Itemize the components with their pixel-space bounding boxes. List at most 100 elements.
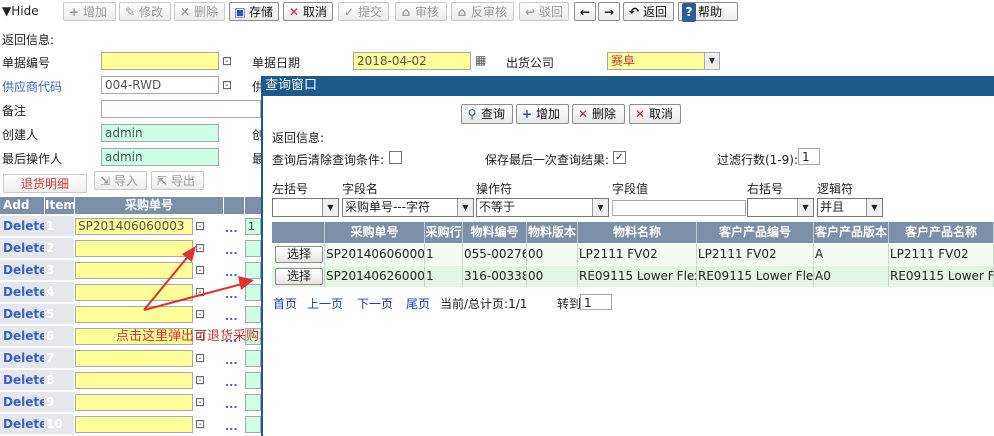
calendar-icon[interactable]: ▦ (475, 53, 489, 67)
doc-no-label: 单据编号 (2, 56, 51, 70)
approve-button[interactable]: ⌂ 审核 (395, 2, 447, 21)
pager-last-link[interactable]: 尾页 (406, 295, 430, 312)
po-number-input[interactable] (75, 372, 193, 389)
doc-no-input[interactable] (101, 52, 219, 70)
tab-return-detail[interactable]: 退货明细 (3, 174, 87, 193)
result-col-header[interactable]: 采购行 (425, 222, 463, 243)
reject-button[interactable]: ↩ 驳回 (519, 2, 569, 21)
filter-rows-input[interactable]: 1 (798, 148, 820, 165)
prev-record-button[interactable]: ← (574, 2, 596, 21)
row-more-button[interactable]: ... (225, 420, 238, 433)
import-label: 导入 (114, 174, 139, 188)
lookup-icon[interactable]: ⊡ (195, 417, 209, 431)
po-number-input[interactable]: SP201406060003 (75, 218, 193, 235)
result-col-header[interactable]: 客户产品版本 (814, 222, 889, 243)
row-more-button[interactable]: ... (225, 222, 238, 235)
help-button[interactable]: ? 帮助 (678, 2, 738, 22)
chevron-down-icon[interactable]: ▼ (457, 199, 473, 216)
row-qty-cell (245, 394, 261, 411)
unapprove-button[interactable]: ⌂ 反审核 (451, 2, 514, 21)
supplier-label[interactable]: 供应商代码 (2, 78, 62, 95)
supplier-input[interactable]: 004-RWD (101, 76, 219, 94)
field-value-input[interactable] (612, 200, 746, 216)
pager-next-link[interactable]: 下一页 (357, 295, 393, 312)
select-row-button[interactable]: 选择 (275, 246, 323, 263)
clear-after-query-label: 查询后清除查询条件: (272, 153, 385, 167)
result-col-header[interactable]: 客户产品名称 (889, 222, 994, 243)
pager-goto-input[interactable]: 1 (580, 294, 612, 310)
result-col-header[interactable]: 客户产品编号 (697, 222, 814, 243)
chevron-down-icon[interactable]: ▼ (592, 199, 608, 216)
dialog-cancel-button[interactable]: ✕ 取消 (629, 104, 681, 124)
result-cell: RE09115 Lower Flex (889, 266, 994, 287)
delete-row-link[interactable]: Delete (0, 304, 47, 324)
delete-row-link[interactable]: Delete (0, 414, 47, 434)
delete-row-link[interactable]: Delete (0, 260, 47, 280)
query-label: 查询 (481, 107, 506, 121)
chevron-down-icon[interactable]: ▼ (704, 53, 719, 69)
chevron-down-icon[interactable]: ▼ (866, 199, 882, 216)
grid-header-add[interactable]: Add (0, 197, 44, 214)
delete-row-link[interactable]: Delete (0, 348, 47, 368)
result-col-header[interactable]: 物料版本 (527, 222, 578, 243)
submit-button[interactable]: ✓ 提交 (338, 2, 389, 21)
lookup-icon[interactable]: ⊡ (195, 219, 209, 233)
lookup-icon[interactable]: ⊡ (195, 373, 209, 387)
dialog-return-info-label: 返回信息: (272, 131, 325, 145)
cond-header-logic: 逻辑符 (817, 182, 854, 196)
edit-button[interactable]: ✎ 修改 (119, 2, 171, 21)
delete-row-link[interactable]: Delete (0, 326, 47, 346)
add-button[interactable]: + 增加 (63, 2, 116, 21)
dialog-delete-button[interactable]: ✕ 删除 (572, 104, 625, 124)
cancel-button[interactable]: ✕ 取消 (283, 2, 333, 21)
result-cell: 1 (425, 244, 463, 265)
lookup-icon[interactable]: ⊡ (222, 78, 236, 92)
pager-prev-link[interactable]: 上一页 (307, 295, 343, 312)
next-record-button[interactable]: → (598, 2, 620, 21)
delete-button[interactable]: ✕ 删除 (174, 2, 225, 21)
delete-row-link[interactable]: Delete (0, 238, 47, 258)
field-name-select[interactable]: 采购单号---字符 ▼ (342, 198, 474, 217)
doc-date-input[interactable]: 2018-04-02 (353, 52, 471, 70)
row-more-button[interactable]: ... (225, 354, 238, 367)
select-row-button[interactable]: 选择 (275, 268, 323, 285)
right-bracket-select[interactable]: ▼ (747, 198, 814, 217)
hide-toggle[interactable]: ▼Hide (2, 4, 39, 18)
help-label: 帮助 (698, 5, 723, 19)
chevron-down-icon[interactable]: ▼ (797, 199, 813, 216)
row-more-button[interactable]: ... (225, 376, 238, 389)
lookup-icon[interactable]: ⊡ (195, 351, 209, 365)
pager-first-link[interactable]: 首页 (273, 295, 297, 312)
dialog-add-button[interactable]: + 增加 (516, 104, 569, 124)
row-item-number: 10 (44, 414, 74, 434)
clear-after-query-checkbox[interactable] (389, 151, 402, 164)
delete-row-link[interactable]: Delete (0, 216, 47, 236)
lookup-icon[interactable]: ⊡ (195, 395, 209, 409)
save-last-result-checkbox[interactable]: ✓ (613, 151, 626, 164)
row-item-number: 8 (44, 370, 74, 390)
back-button[interactable]: ↶ 返回 (623, 2, 674, 21)
operator-select[interactable]: 不等于 ▼ (476, 198, 609, 217)
ship-company-select[interactable]: 赛阜 ▼ (607, 52, 720, 70)
po-number-input[interactable] (75, 416, 193, 433)
delete-row-link[interactable]: Delete (0, 370, 47, 390)
delete-row-link[interactable]: Delete (0, 392, 47, 412)
chevron-down-icon[interactable]: ▼ (322, 199, 338, 216)
import-button[interactable]: ⇲ 导入 (94, 171, 147, 190)
logic-select[interactable]: 并且 ▼ (817, 198, 883, 217)
result-col-header[interactable] (272, 222, 325, 243)
lookup-icon[interactable]: ⊡ (222, 54, 236, 68)
export-button[interactable]: ⇱ 导出 (151, 171, 204, 190)
result-col-header[interactable]: 物料名称 (578, 222, 697, 243)
left-bracket-select[interactable]: ▼ (272, 198, 339, 217)
po-number-input[interactable] (75, 350, 193, 367)
save-button[interactable]: ▣ 存储 (229, 2, 279, 21)
result-col-header[interactable]: 采购单号 (325, 222, 425, 243)
remark-input[interactable] (101, 100, 261, 118)
row-more-button[interactable]: ... (225, 398, 238, 411)
result-col-header[interactable]: 物料编号 (463, 222, 527, 243)
result-cell: A (814, 244, 889, 265)
po-number-input[interactable] (75, 394, 193, 411)
query-button[interactable]: ⚲ 查询 (461, 104, 513, 124)
delete-row-link[interactable]: Delete (0, 282, 47, 302)
